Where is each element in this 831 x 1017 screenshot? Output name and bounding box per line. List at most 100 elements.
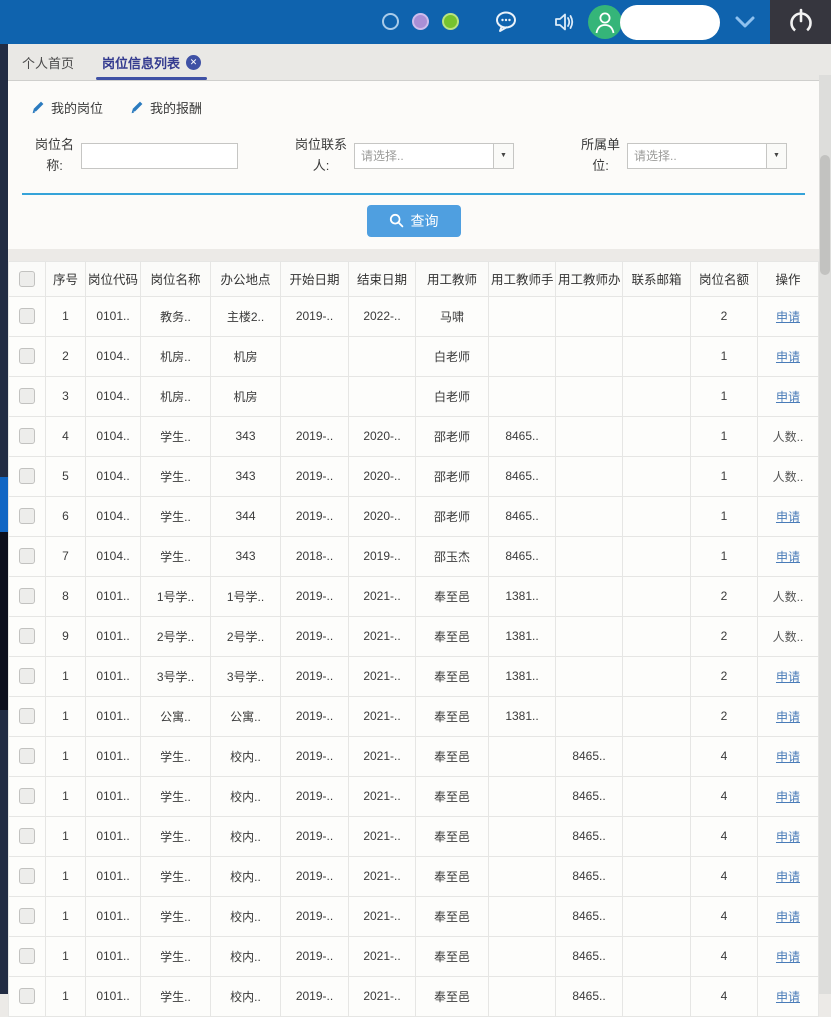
table-row: 10101..学生..校内..2019-..2021-..奉至邑8465..4申… <box>9 856 819 896</box>
row-checkbox[interactable] <box>19 628 35 644</box>
positions-table: 序号岗位代码岗位名称办公地点开始日期结束日期用工教师用工教师手用工教师办联系邮箱… <box>8 261 819 1017</box>
scrollbar-thumb[interactable] <box>820 155 830 275</box>
apply-link[interactable]: 申请 <box>776 390 800 404</box>
row-checkbox[interactable] <box>19 508 35 524</box>
row-checkbox[interactable] <box>19 708 35 724</box>
my-pay-button[interactable]: 我的报酬 <box>129 98 202 117</box>
cell-no: 8 <box>46 576 86 616</box>
cell-code: 0101.. <box>86 616 141 656</box>
row-checkbox[interactable] <box>19 348 35 364</box>
checkbox-cell <box>9 936 46 976</box>
row-checkbox[interactable] <box>19 748 35 764</box>
volume-icon[interactable] <box>551 10 577 34</box>
my-positions-button[interactable]: 我的岗位 <box>30 98 103 117</box>
cell-start: 2019-.. <box>281 896 349 936</box>
chat-icon[interactable] <box>493 10 519 34</box>
dropdown-arrow-icon[interactable]: ▼ <box>493 144 513 168</box>
row-checkbox[interactable] <box>19 828 35 844</box>
cell-email <box>623 896 691 936</box>
row-checkbox[interactable] <box>19 308 35 324</box>
cell-office_phone: 8465.. <box>556 896 623 936</box>
apply-link[interactable]: 申请 <box>776 310 800 324</box>
user-avatar-icon[interactable] <box>588 5 622 39</box>
cell-email <box>623 456 691 496</box>
apply-link[interactable]: 申请 <box>776 350 800 364</box>
unit-select[interactable]: 请选择.. ▼ <box>627 143 787 169</box>
row-checkbox[interactable] <box>19 428 35 444</box>
cell-name: 学生.. <box>141 776 211 816</box>
apply-link[interactable]: 申请 <box>776 750 800 764</box>
tab-bar: 个人首页 岗位信息列表 ✕ <box>8 44 831 81</box>
table-row: 70104..学生..3432018-..2019-..邵玉杰8465..1申请 <box>9 536 819 576</box>
query-button[interactable]: 查询 <box>367 205 461 237</box>
pencil-icon <box>129 99 145 115</box>
row-checkbox[interactable] <box>19 388 35 404</box>
cell-email <box>623 576 691 616</box>
row-checkbox[interactable] <box>19 468 35 484</box>
cell-no: 3 <box>46 376 86 416</box>
position-name-input[interactable] <box>81 143 238 169</box>
apply-link[interactable]: 申请 <box>776 710 800 724</box>
cell-quota: 4 <box>691 936 758 976</box>
apply-link[interactable]: 申请 <box>776 910 800 924</box>
select-all-checkbox[interactable] <box>19 271 35 287</box>
cell-action: 人数.. <box>758 456 819 496</box>
dropdown-arrow-icon[interactable]: ▼ <box>766 144 786 168</box>
tab-personal-home[interactable]: 个人首页 <box>8 44 88 80</box>
cell-office_phone <box>556 536 623 576</box>
cell-name: 学生.. <box>141 456 211 496</box>
apply-link[interactable]: 申请 <box>776 870 800 884</box>
cell-action: 申请 <box>758 696 819 736</box>
row-checkbox[interactable] <box>19 908 35 924</box>
cell-office_phone <box>556 616 623 656</box>
cell-email <box>623 976 691 1016</box>
apply-link[interactable]: 申请 <box>776 830 800 844</box>
checkbox-cell <box>9 776 46 816</box>
apply-link[interactable]: 申请 <box>776 510 800 524</box>
cell-start: 2019-.. <box>281 296 349 336</box>
cell-action: 申请 <box>758 656 819 696</box>
cell-code: 0101.. <box>86 976 141 1016</box>
close-icon[interactable]: ✕ <box>186 55 201 70</box>
cell-mobile <box>489 976 556 1016</box>
apply-link[interactable]: 申请 <box>776 550 800 564</box>
row-checkbox[interactable] <box>19 588 35 604</box>
cell-quota: 1 <box>691 376 758 416</box>
cell-mobile: 1381.. <box>489 616 556 656</box>
select-value: 请选择.. <box>355 147 493 164</box>
row-checkbox[interactable] <box>19 868 35 884</box>
chevron-down-icon[interactable] <box>733 14 757 30</box>
cell-code: 0101.. <box>86 736 141 776</box>
cell-office_phone <box>556 296 623 336</box>
row-checkbox[interactable] <box>19 668 35 684</box>
cell-office: 344 <box>211 496 281 536</box>
position-contact-select[interactable]: 请选择.. ▼ <box>354 143 514 169</box>
column-header: 结束日期 <box>349 261 416 296</box>
apply-link[interactable]: 申请 <box>776 790 800 804</box>
table-row: 10101..公寓..公寓..2019-..2021-..奉至邑1381..2申… <box>9 696 819 736</box>
cell-office_phone <box>556 576 623 616</box>
vertical-scrollbar[interactable] <box>819 75 831 994</box>
row-checkbox[interactable] <box>19 548 35 564</box>
row-checkbox[interactable] <box>19 948 35 964</box>
cell-end: 2021-.. <box>349 696 416 736</box>
apply-link[interactable]: 申请 <box>776 670 800 684</box>
cell-office: 校内.. <box>211 976 281 1016</box>
cell-no: 1 <box>46 696 86 736</box>
cell-start: 2019-.. <box>281 616 349 656</box>
cell-office: 校内.. <box>211 776 281 816</box>
left-sidebar-strip[interactable] <box>0 44 8 994</box>
cell-office_phone <box>556 496 623 536</box>
apply-link[interactable]: 申请 <box>776 990 800 1004</box>
user-name-redacted <box>620 5 720 40</box>
power-button[interactable] <box>770 0 831 44</box>
checkbox-cell <box>9 296 46 336</box>
cell-name: 学生.. <box>141 736 211 776</box>
apply-link[interactable]: 申请 <box>776 950 800 964</box>
row-checkbox[interactable] <box>19 788 35 804</box>
cell-teacher: 奉至邑 <box>416 736 489 776</box>
cell-name: 公寓.. <box>141 696 211 736</box>
cell-quota: 4 <box>691 776 758 816</box>
tab-position-list[interactable]: 岗位信息列表 ✕ <box>88 44 215 80</box>
row-checkbox[interactable] <box>19 988 35 1004</box>
